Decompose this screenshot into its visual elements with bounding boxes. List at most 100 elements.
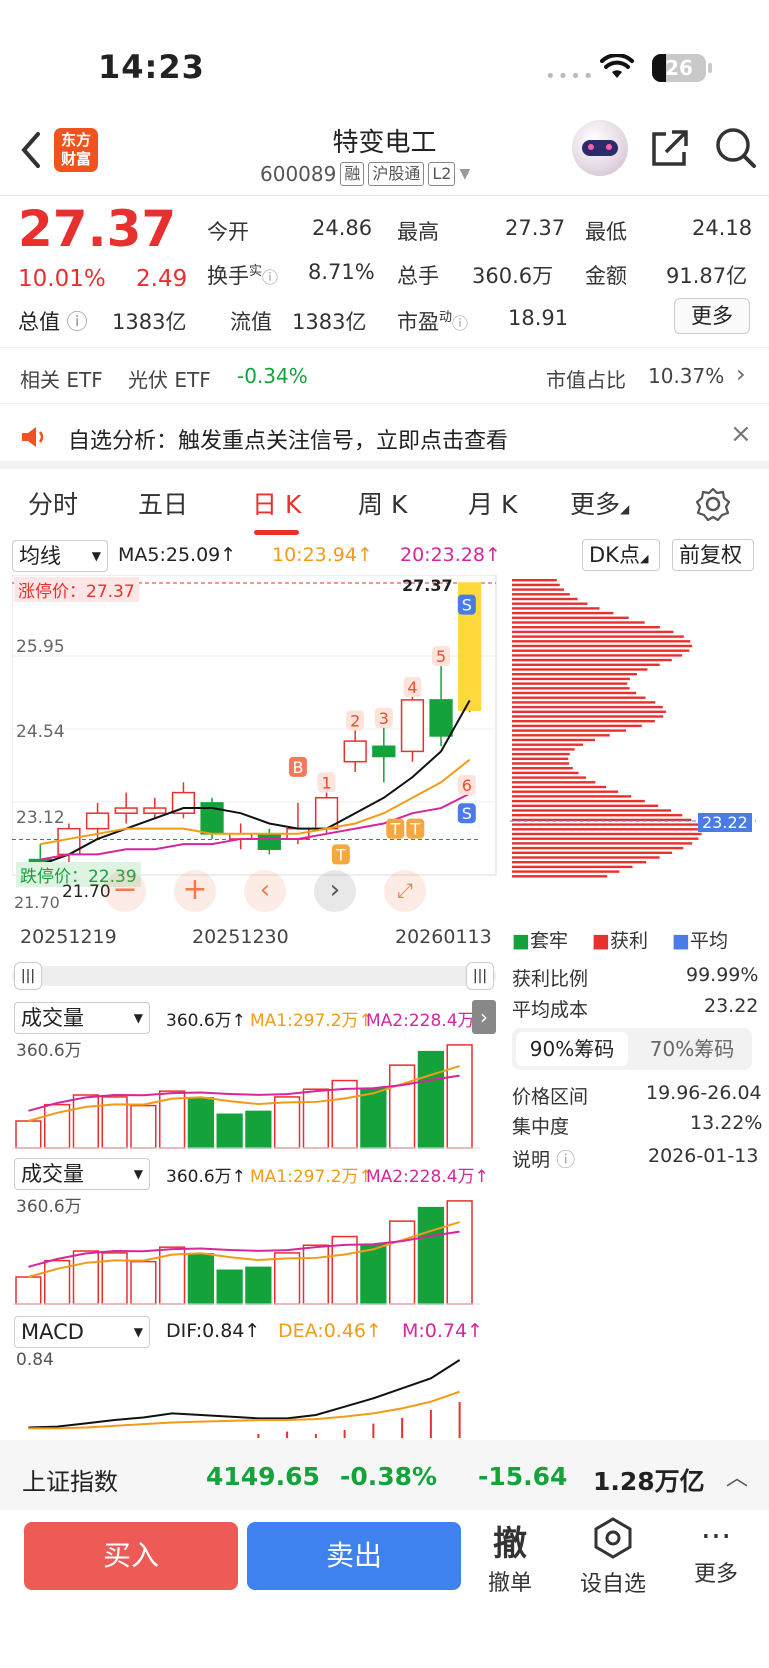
volume-bar	[15, 1120, 42, 1149]
chip-bar	[512, 828, 702, 831]
chevron-down-icon[interactable]: ▼	[459, 166, 470, 182]
stock-code: 600089	[260, 162, 337, 186]
scroll-right-button[interactable]: ›	[314, 870, 356, 912]
svg-text:T: T	[335, 845, 346, 864]
mcap-label-wrap: 总值 ⓘ	[18, 306, 88, 336]
info-icon[interactable]: ⓘ	[452, 314, 468, 333]
stock-code-row: 600089 融 沪股通 L2 ▼	[260, 162, 470, 186]
tab-chip-90[interactable]: 90%筹码	[516, 1032, 628, 1066]
svg-text:S: S	[462, 804, 472, 823]
chip-range-tabs: 90%筹码 70%筹码	[512, 1028, 752, 1070]
chip-bar	[512, 729, 626, 732]
index-name: 上证指数	[22, 1468, 118, 1496]
tab-weekly-k[interactable]: 周 K	[358, 485, 407, 521]
macd-dif-line	[28, 1359, 461, 1429]
volume-indicator-select[interactable]: 成交量 ▼	[14, 1002, 150, 1034]
chip-bar	[512, 814, 683, 817]
svg-text:5: 5	[436, 647, 446, 666]
zoom-out-button[interactable]: −	[104, 870, 146, 912]
chart-period-tabs: 分时 五日 日 K 周 K 月 K 更多◢	[0, 475, 769, 535]
signal-mark-S: S	[457, 803, 476, 824]
svg-text:S: S	[462, 596, 472, 615]
index-change: -15.64	[478, 1462, 568, 1491]
close-icon[interactable]: ×	[730, 419, 752, 449]
signal-mark-4: 4	[403, 677, 422, 698]
sell-button[interactable]: 卖出	[247, 1522, 461, 1590]
related-etf-row[interactable]: 相关 ETF 光伏 ETF -0.34% 市值占比 10.37% ›	[0, 348, 769, 404]
high-label: 最高	[397, 220, 439, 244]
signal-mark-T: T	[331, 844, 350, 865]
candle	[343, 740, 367, 763]
price-range-label: 价格区间	[512, 1086, 589, 1108]
etf-share-label: 市值占比	[546, 368, 626, 392]
volume-bar	[187, 1097, 214, 1149]
buy-button[interactable]: 买入	[24, 1522, 238, 1590]
tab-daily-k[interactable]: 日 K	[252, 485, 301, 535]
gear-icon[interactable]	[696, 487, 730, 521]
slider-handle-right[interactable]: |||	[466, 962, 494, 990]
y-label-low: 23.12	[16, 808, 65, 828]
volume-value: 360.6万	[472, 264, 554, 288]
chip-bar	[512, 593, 570, 596]
y-label-mid: 24.54	[16, 722, 65, 742]
chevron-up-icon[interactable]: ︿	[726, 1460, 748, 1492]
signal-mark-T: T	[386, 818, 405, 839]
clock: 14:23	[98, 48, 205, 86]
assistant-robot-icon[interactable]	[572, 120, 628, 176]
chip-bar	[512, 795, 632, 798]
stock-header: 东方 财富 特变电工 600089 融 沪股通 L2 ▼	[0, 118, 769, 196]
more-quote-button[interactable]: 更多	[674, 298, 750, 334]
tab-more[interactable]: 更多◢	[570, 485, 629, 521]
slider-handle-left[interactable]: |||	[14, 962, 42, 990]
share-icon[interactable]	[648, 128, 690, 168]
more-actions-button[interactable]: ··· 更多	[676, 1516, 756, 1588]
chip-bar	[512, 809, 671, 812]
cancel-icon: 撤	[493, 1524, 527, 1564]
volume-ma2: MA2:228.4万	[366, 1011, 475, 1031]
macd-dif: DIF:0.84↑	[166, 1320, 261, 1342]
fullscreen-icon[interactable]: ⤢	[384, 870, 426, 912]
volume-bar	[446, 1200, 473, 1305]
date-start: 20251219	[20, 926, 117, 948]
macd-indicator-select[interactable]: MACD ▼	[14, 1316, 150, 1348]
tab-chip-70[interactable]: 70%筹码	[636, 1032, 748, 1066]
tab-intraday[interactable]: 分时	[28, 485, 78, 521]
chip-bar	[512, 588, 564, 591]
candle	[372, 745, 396, 758]
open-label: 今开	[207, 220, 249, 244]
info-icon[interactable]: ⓘ	[262, 268, 278, 287]
chip-bar	[512, 804, 659, 807]
change-value: 2.49	[136, 266, 188, 292]
analysis-notice[interactable]: 自选分析：触发重点关注信号，立即点击查看 ×	[0, 405, 769, 469]
volume2-value: 360.6万↑	[166, 1167, 246, 1187]
zoom-in-button[interactable]: +	[174, 870, 216, 912]
info-icon[interactable]: ⓘ	[556, 1149, 575, 1171]
chip-bar	[512, 663, 660, 666]
change-percent: 10.01%	[18, 266, 106, 292]
add-watchlist-button[interactable]: 设自选	[573, 1516, 653, 1598]
chip-bar	[512, 823, 699, 826]
chip-bar	[512, 799, 645, 803]
cancel-order-button[interactable]: 撤 撤单	[470, 1516, 550, 1597]
index-ticker[interactable]: 上证指数 4149.65 -0.38% -15.64 1.28万亿 ︿	[0, 1440, 769, 1510]
adjust-button[interactable]: 前复权	[672, 539, 754, 571]
info-icon[interactable]: ⓘ	[60, 310, 88, 334]
range-slider[interactable]	[12, 966, 496, 986]
expand-icon[interactable]: ›	[472, 1000, 496, 1034]
volume-indicator-select-2[interactable]: 成交量 ▼	[14, 1158, 150, 1190]
search-icon[interactable]	[714, 126, 758, 170]
concentration-value: 13.22%	[690, 1112, 763, 1134]
price-range-value: 19.96-26.04	[646, 1082, 762, 1104]
chip-bar	[512, 607, 600, 610]
index-pct: -0.38%	[340, 1462, 438, 1491]
indicator-select[interactable]: 均线 ▼	[12, 540, 108, 572]
tab-five-day[interactable]: 五日	[138, 485, 188, 521]
chip-distribution-chart	[510, 579, 756, 878]
dk-point-select[interactable]: DK点◢	[582, 539, 660, 571]
high-value: 27.37	[505, 216, 566, 240]
signal-mark-S: S	[457, 594, 476, 615]
chip-bar	[512, 611, 614, 615]
volume-bar	[274, 1096, 301, 1149]
tab-monthly-k[interactable]: 月 K	[468, 485, 517, 521]
scroll-left-button[interactable]: ‹	[244, 870, 286, 912]
